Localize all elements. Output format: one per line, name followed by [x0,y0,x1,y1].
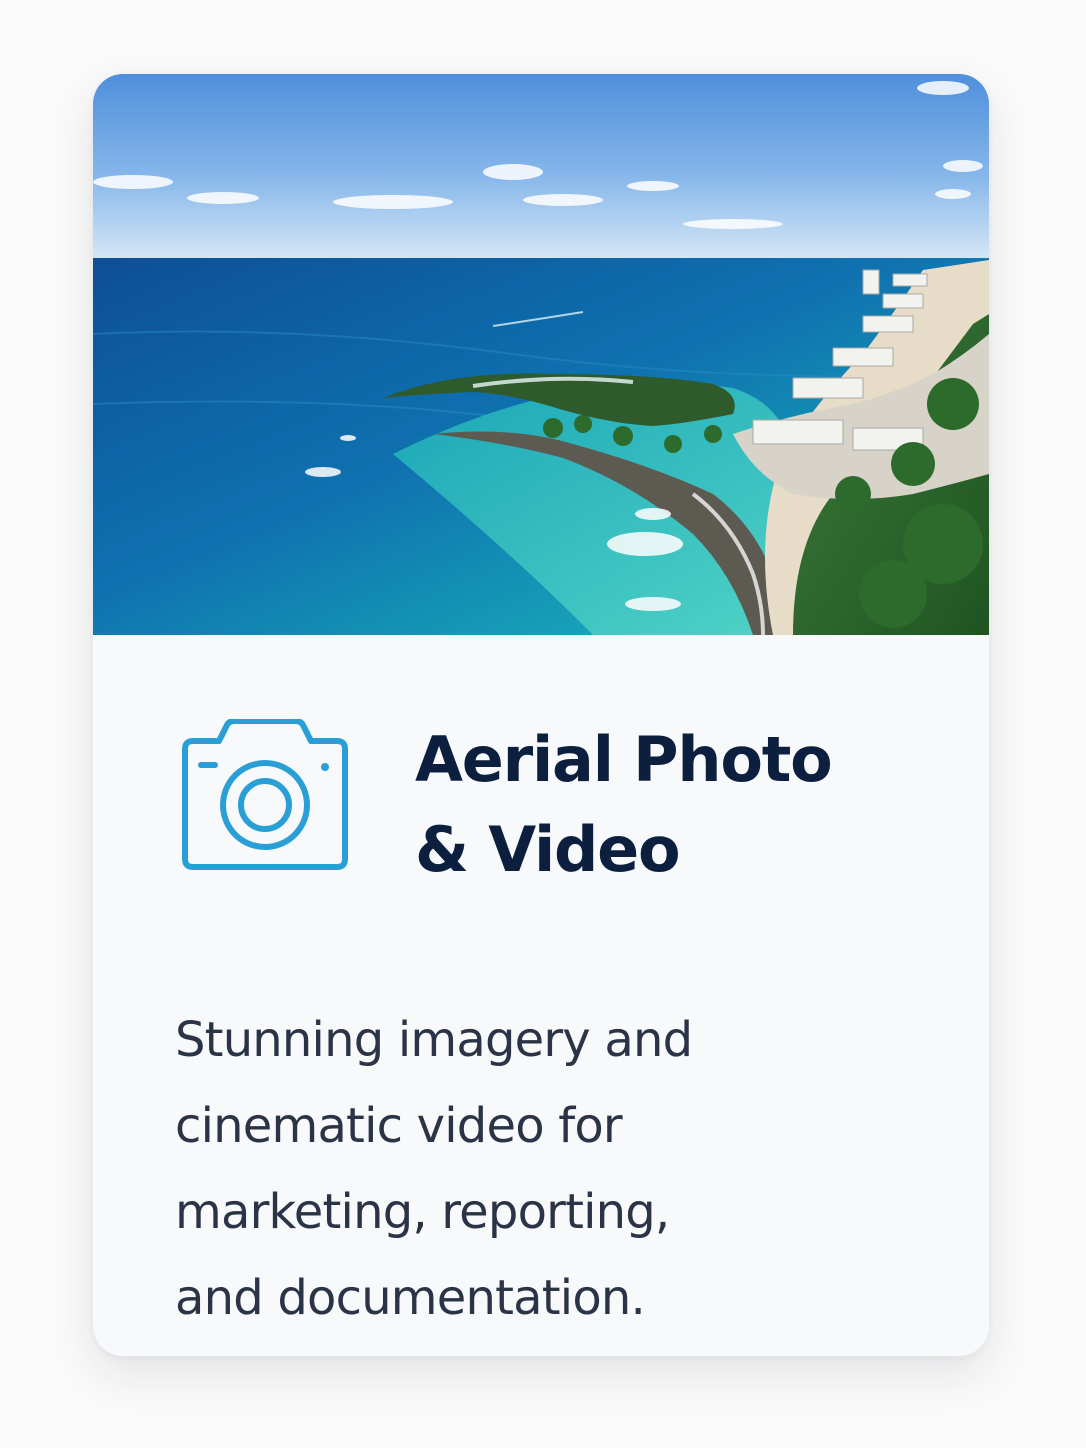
camera-icon [182,719,348,870]
card-title: Aerial Photo & Video [415,715,935,895]
service-card[interactable]: Aerial Photo & Video Stunning imagery an… [93,74,989,1356]
card-description-line-3: marketing, reporting, [175,1184,670,1240]
card-description: Stunning imagery and cinematic video for… [175,997,815,1341]
hero-image [93,74,989,635]
card-description-line-4: and documentation. [175,1270,646,1326]
card-description-line-2: cinematic video for [175,1098,623,1154]
card-title-line-2: & Video [415,813,681,886]
card-title-line-1: Aerial Photo [415,723,833,796]
card-description-line-1: Stunning imagery and [175,1012,693,1068]
card-body: Aerial Photo & Video Stunning imagery an… [93,635,989,1356]
